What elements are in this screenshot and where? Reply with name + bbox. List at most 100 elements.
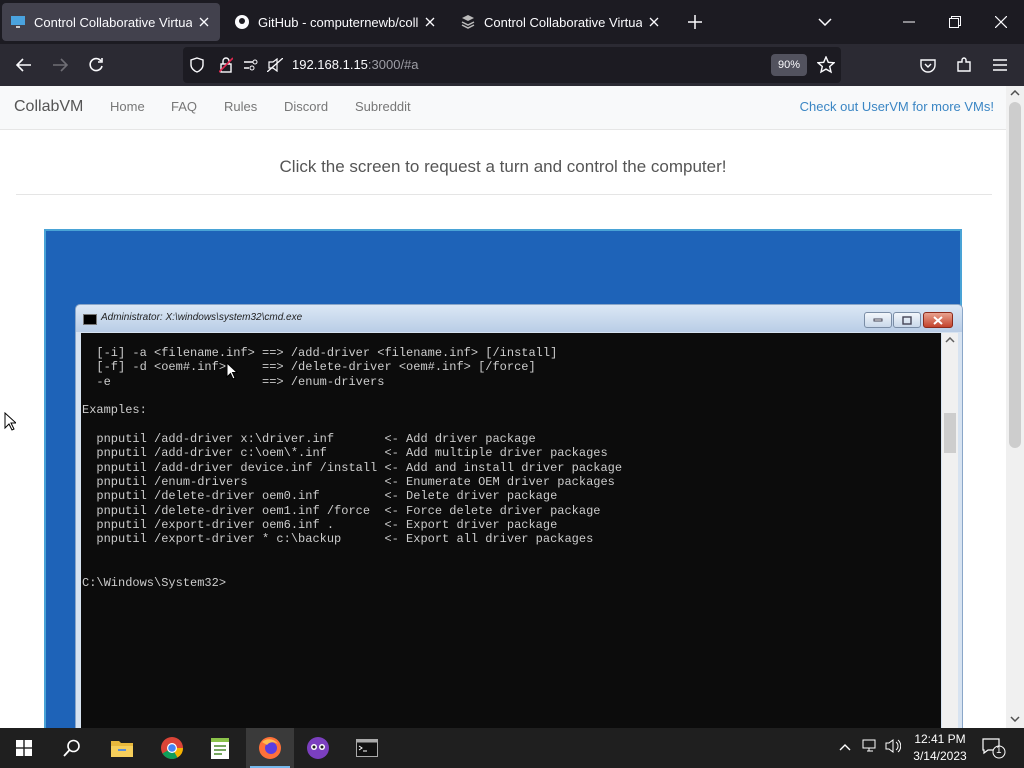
close-icon[interactable] — [646, 14, 662, 30]
tab-title: Control Collaborative Virtual Machines — [484, 14, 642, 30]
page-scrollbar[interactable] — [1006, 86, 1024, 728]
monitor-icon — [10, 14, 26, 30]
nav-discord[interactable]: Discord — [284, 99, 328, 114]
console-text: [-i] -a <filename.inf> ==> /add-driver <… — [82, 346, 623, 590]
cmd-window-title: Administrator: X:\windows\system32\cmd.e… — [101, 312, 303, 323]
cmd-maximize-button[interactable] — [893, 312, 921, 328]
nav-home[interactable]: Home — [110, 99, 145, 114]
bookmark-star-icon[interactable] — [816, 55, 836, 79]
reload-icon — [89, 57, 103, 72]
address-bar[interactable]: 192.168.1.15:3000/#a 90% — [183, 47, 841, 83]
notification-count: 1 — [996, 745, 1002, 756]
close-icon[interactable] — [422, 14, 438, 30]
notepad-plus-plus-icon — [211, 738, 229, 759]
file-explorer-button[interactable] — [98, 728, 146, 768]
collabvm-app-icon — [307, 737, 329, 759]
tab-collabvm-1[interactable]: Control Collaborative Virtual Machines — [2, 3, 220, 41]
restore-icon — [949, 16, 961, 28]
tab-github[interactable]: GitHub - computernewb/collabvm-1.2 — [226, 3, 446, 41]
collabvm-app-button[interactable] — [294, 728, 342, 768]
cmd-window[interactable]: Administrator: X:\windows\system32\cmd.e… — [75, 304, 963, 728]
github-icon — [234, 14, 250, 30]
console-output[interactable]: [-i] -a <filename.inf> ==> /add-driver <… — [81, 333, 941, 728]
tab-list-button[interactable] — [802, 0, 848, 44]
clock-date: 3/14/2023 — [913, 749, 967, 763]
tab-collabvm-2[interactable]: Control Collaborative Virtual Machines — [452, 3, 670, 41]
close-icon[interactable] — [196, 14, 212, 30]
network-icon[interactable] — [862, 738, 878, 757]
chevron-up-icon — [945, 337, 955, 343]
search-button[interactable] — [48, 728, 96, 768]
arrow-right-icon — [53, 58, 68, 72]
browser-tab-bar: Control Collaborative Virtual Machines G… — [0, 0, 1024, 44]
shield-icon[interactable] — [190, 57, 204, 78]
site-brand[interactable]: CollabVM — [14, 98, 83, 116]
chrome-icon — [161, 737, 183, 759]
nav-faq[interactable]: FAQ — [171, 99, 197, 114]
extensions-button[interactable] — [948, 49, 980, 81]
back-button[interactable] — [8, 49, 40, 81]
notepad-plus-plus-button[interactable] — [196, 728, 244, 768]
firefox-icon — [259, 737, 281, 759]
puzzle-icon — [957, 57, 971, 72]
nav-subreddit[interactable]: Subreddit — [355, 99, 411, 114]
show-hidden-icons[interactable] — [839, 738, 851, 754]
minimize-button[interactable] — [886, 0, 932, 44]
notification-icon — [982, 738, 1006, 759]
terminal-button[interactable] — [343, 728, 391, 768]
turn-request-message: Click the screen to request a turn and c… — [279, 157, 727, 176]
permissions-icon[interactable] — [243, 58, 259, 77]
system-clock[interactable]: 12:41 PM 3/14/2023 — [910, 731, 970, 765]
chevron-down-icon — [818, 18, 832, 26]
start-button[interactable] — [0, 728, 48, 768]
notification-center-button[interactable]: 1 — [982, 737, 1006, 762]
new-tab-button[interactable] — [672, 0, 718, 44]
windows-logo-icon — [16, 740, 32, 756]
firefox-button[interactable] — [246, 728, 294, 768]
mouse-cursor-icon — [226, 362, 238, 380]
maximize-button[interactable] — [932, 0, 978, 44]
cmd-scrollbar[interactable] — [942, 333, 958, 728]
cmd-close-button[interactable] — [923, 312, 953, 328]
cmd-scrollbar-thumb[interactable] — [944, 413, 956, 453]
page-scrollbar-thumb[interactable] — [1009, 102, 1021, 448]
zoom-indicator[interactable]: 90% — [771, 54, 807, 76]
cmd-icon — [83, 314, 97, 325]
autoplay-blocked-icon[interactable] — [266, 57, 284, 77]
browser-toolbar: 192.168.1.15:3000/#a 90% — [0, 44, 1024, 86]
web-page: CollabVM Home FAQ Rules Discord Subreddi… — [0, 86, 1006, 728]
menu-button[interactable] — [984, 49, 1016, 81]
url-text[interactable]: 192.168.1.15:3000/#a — [292, 57, 419, 72]
site-navbar: CollabVM Home FAQ Rules Discord Subreddi… — [0, 86, 1006, 130]
folder-icon — [111, 741, 133, 757]
tab-title: Control Collaborative Virtual Machines — [34, 14, 192, 30]
cmd-minimize-button[interactable] — [864, 312, 892, 328]
divider — [16, 194, 992, 195]
cmd-titlebar[interactable]: Administrator: X:\windows\system32\cmd.e… — [76, 305, 962, 332]
taskbar: 12:41 PM 3/14/2023 1 — [0, 728, 1024, 768]
pocket-button[interactable] — [912, 49, 944, 81]
close-icon — [995, 16, 1007, 28]
uservm-link[interactable]: Check out UserVM for more VMs! — [800, 99, 994, 114]
chevron-up-icon — [839, 744, 851, 751]
reload-button[interactable] — [80, 49, 112, 81]
chevron-down-icon — [1010, 716, 1020, 722]
volume-icon[interactable] — [885, 738, 902, 757]
minimize-icon — [873, 318, 883, 322]
nav-rules[interactable]: Rules — [224, 99, 257, 114]
clock-time: 12:41 PM — [914, 732, 966, 746]
close-icon — [933, 315, 943, 325]
insecure-lock-icon[interactable] — [218, 57, 234, 78]
close-window-button[interactable] — [978, 0, 1024, 44]
hamburger-icon — [993, 59, 1007, 71]
vm-screen[interactable]: Administrator: X:\windows\system32\cmd.e… — [44, 229, 963, 728]
forward-button[interactable] — [44, 49, 76, 81]
cmd-icon — [356, 739, 378, 757]
maximize-icon — [902, 315, 912, 325]
page-cursor-icon — [4, 412, 16, 431]
collabvm-icon — [460, 14, 476, 30]
plus-icon — [688, 15, 702, 29]
chevron-up-icon — [1010, 90, 1020, 96]
chrome-button[interactable] — [148, 728, 196, 768]
tab-title: GitHub - computernewb/collabvm-1.2 — [258, 14, 418, 30]
